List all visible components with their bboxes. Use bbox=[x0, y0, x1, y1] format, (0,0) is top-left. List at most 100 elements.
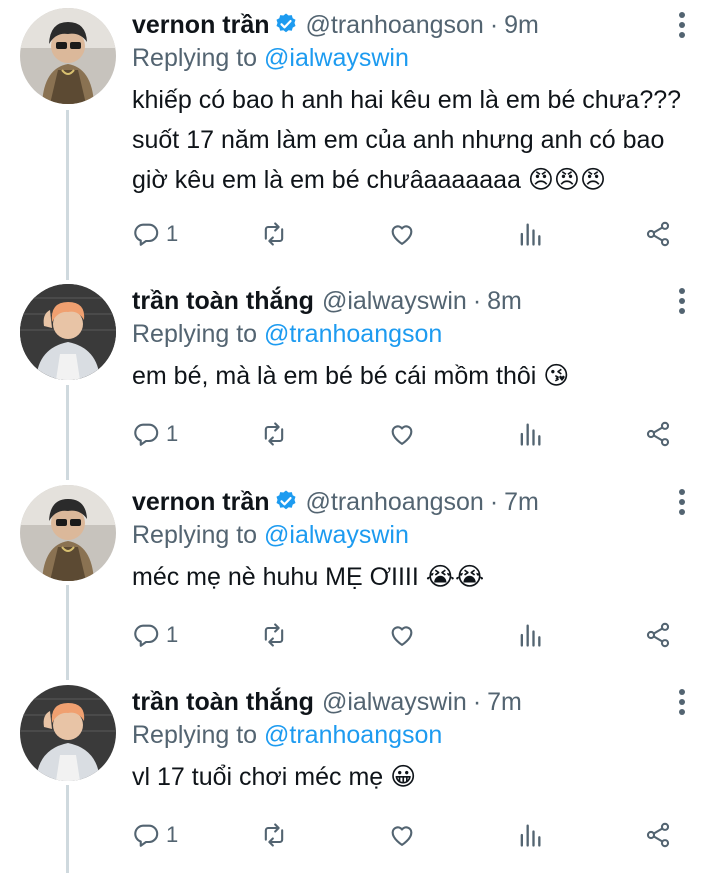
action-bar: 1 bbox=[132, 416, 692, 452]
reply-icon bbox=[134, 824, 159, 847]
retweet-icon bbox=[264, 422, 284, 446]
tweet-text: méc mẹ nè huhu MẸ ƠIIII 😭😭 bbox=[132, 563, 485, 591]
timestamp[interactable]: 9m bbox=[504, 11, 539, 39]
handle[interactable]: @ialwayswin bbox=[322, 688, 467, 716]
reply-button[interactable]: 1 bbox=[132, 416, 178, 452]
more-icon[interactable] bbox=[678, 689, 686, 717]
retweet-button[interactable] bbox=[260, 216, 288, 252]
tweet-text: khiếp có bao h anh hai kêu em là em bé c… bbox=[132, 86, 682, 194]
reply-icon bbox=[134, 223, 159, 246]
replying-to-label: Replying to bbox=[132, 721, 258, 749]
analytics-icon bbox=[520, 824, 541, 847]
timestamp[interactable]: 8m bbox=[487, 287, 522, 315]
reply-icon bbox=[134, 624, 159, 647]
avatar-thang-image bbox=[20, 685, 116, 781]
retweet-icon bbox=[264, 623, 284, 647]
tweet-header: vernon trần @tranhoangson · 9m bbox=[132, 8, 539, 42]
analytics-icon bbox=[520, 423, 541, 446]
retweet-icon bbox=[264, 222, 284, 246]
share-button[interactable] bbox=[644, 416, 672, 452]
display-name[interactable]: vernon trần bbox=[132, 11, 270, 39]
share-button[interactable] bbox=[644, 617, 672, 653]
analytics-button[interactable] bbox=[516, 216, 544, 252]
separator-dot: · bbox=[489, 11, 499, 39]
reply-button[interactable]: 1 bbox=[132, 216, 178, 252]
reply-button[interactable]: 1 bbox=[132, 617, 178, 653]
tweet[interactable]: trần toàn thắng @ialwayswin · 7m Replying t… bbox=[0, 677, 720, 877]
like-button[interactable] bbox=[388, 817, 416, 853]
analytics-button[interactable] bbox=[516, 416, 544, 452]
like-button[interactable] bbox=[388, 416, 416, 452]
replying-to: Replying to @ialwayswin bbox=[132, 521, 409, 550]
replying-to-mention[interactable]: @ialwayswin bbox=[264, 44, 409, 72]
tweet-text: vl 17 tuổi chơi méc mẹ 😀 bbox=[132, 763, 417, 791]
retweet-button[interactable] bbox=[260, 416, 288, 452]
display-name[interactable]: trần toàn thắng bbox=[132, 287, 314, 315]
replying-to: Replying to @ialwayswin bbox=[132, 44, 409, 73]
retweet-icon bbox=[264, 823, 284, 847]
avatar[interactable] bbox=[20, 485, 116, 581]
avatar-vernon-image bbox=[20, 8, 116, 104]
timestamp[interactable]: 7m bbox=[504, 488, 539, 516]
like-icon bbox=[391, 826, 413, 846]
verified-badge-icon bbox=[276, 13, 296, 33]
tweet[interactable]: trần toàn thắng @ialwayswin · 8m Replying t… bbox=[0, 276, 720, 476]
analytics-button[interactable] bbox=[516, 817, 544, 853]
share-icon bbox=[646, 622, 670, 648]
share-button[interactable] bbox=[644, 216, 672, 252]
separator-dot: · bbox=[472, 287, 482, 315]
retweet-button[interactable] bbox=[260, 817, 288, 853]
like-button[interactable] bbox=[388, 617, 416, 653]
share-icon bbox=[646, 822, 670, 848]
like-icon bbox=[391, 626, 413, 646]
tweet[interactable]: vernon trần @tranhoangson · 7m Replying to … bbox=[0, 477, 720, 677]
reply-count: 1 bbox=[166, 622, 179, 647]
display-name[interactable]: trần toàn thắng bbox=[132, 688, 314, 716]
tweet-header: trần toàn thắng @ialwayswin · 8m bbox=[132, 284, 522, 318]
replying-to-mention[interactable]: @tranhoangson bbox=[264, 721, 442, 749]
replying-to-mention[interactable]: @ialwayswin bbox=[264, 521, 409, 549]
tweet-text: em bé, mà là em bé bé cái mồm thôi 😘 bbox=[132, 362, 570, 390]
replying-to-mention[interactable]: @tranhoangson bbox=[264, 320, 442, 348]
more-icon[interactable] bbox=[678, 12, 686, 40]
replying-to-label: Replying to bbox=[132, 320, 258, 348]
avatar[interactable] bbox=[20, 284, 116, 380]
action-bar: 1 bbox=[132, 817, 692, 853]
separator-dot: · bbox=[472, 688, 482, 716]
like-button[interactable] bbox=[388, 216, 416, 252]
handle[interactable]: @tranhoangson bbox=[306, 488, 484, 516]
reply-count: 1 bbox=[166, 822, 179, 847]
separator-dot: · bbox=[489, 488, 499, 516]
tweet-header: trần toàn thắng @ialwayswin · 7m bbox=[132, 685, 522, 719]
reply-count: 1 bbox=[166, 221, 179, 246]
avatar[interactable] bbox=[20, 8, 116, 104]
display-name[interactable]: vernon trần bbox=[132, 488, 270, 516]
replying-to-label: Replying to bbox=[132, 521, 258, 549]
action-bar: 1 bbox=[132, 617, 692, 653]
verified-badge-icon bbox=[276, 490, 296, 510]
replying-to-label: Replying to bbox=[132, 44, 258, 72]
analytics-icon bbox=[520, 223, 541, 246]
handle[interactable]: @tranhoangson bbox=[306, 11, 484, 39]
timestamp[interactable]: 7m bbox=[487, 688, 522, 716]
avatar[interactable] bbox=[20, 685, 116, 781]
like-icon bbox=[391, 425, 413, 445]
tweet-header: vernon trần @tranhoangson · 7m bbox=[132, 485, 539, 519]
like-icon bbox=[391, 225, 413, 245]
replying-to: Replying to @tranhoangson bbox=[132, 721, 442, 750]
avatar-vernon-image bbox=[20, 485, 116, 581]
analytics-icon bbox=[520, 624, 541, 647]
share-icon bbox=[646, 421, 670, 447]
reply-count: 1 bbox=[166, 421, 179, 446]
tweet[interactable]: vernon trần @tranhoangson · 9m Replying to … bbox=[0, 0, 720, 247]
analytics-button[interactable] bbox=[516, 617, 544, 653]
share-icon bbox=[646, 221, 670, 247]
more-icon[interactable] bbox=[678, 288, 686, 316]
handle[interactable]: @ialwayswin bbox=[322, 287, 467, 315]
retweet-button[interactable] bbox=[260, 617, 288, 653]
reply-button[interactable]: 1 bbox=[132, 817, 178, 853]
more-icon[interactable] bbox=[678, 489, 686, 517]
action-bar: 1 bbox=[132, 216, 692, 252]
reply-icon bbox=[134, 423, 159, 446]
share-button[interactable] bbox=[644, 817, 672, 853]
